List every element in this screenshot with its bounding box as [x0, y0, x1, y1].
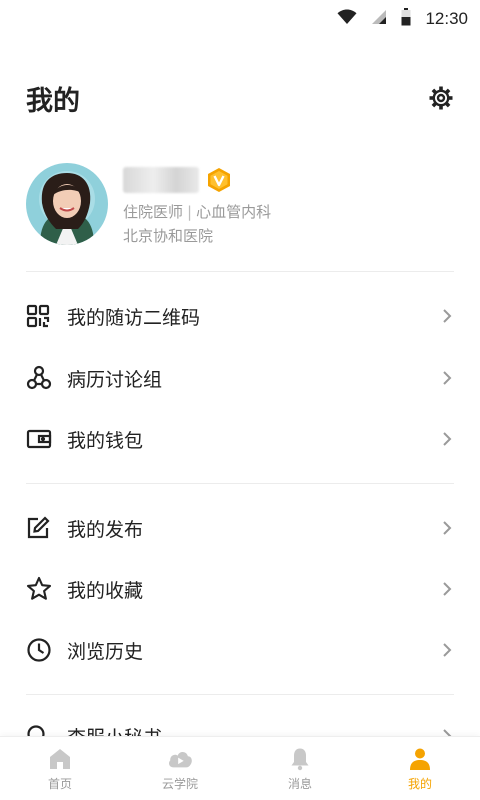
battery-icon [401, 8, 411, 30]
star-icon [26, 575, 54, 603]
person-icon [407, 746, 433, 772]
separator: | [187, 203, 193, 221]
doctor-title: 住院医师 [123, 203, 184, 221]
divider [26, 271, 454, 272]
chevron-right-icon [440, 579, 454, 599]
divider [26, 694, 454, 695]
profile-card[interactable]: 住院医师 | 心血管内科 北京协和医院 [26, 163, 454, 247]
signal-icon [371, 9, 387, 29]
menu-item-browse-history[interactable]: 浏览历史 [26, 625, 454, 675]
qr-code-icon [26, 302, 54, 330]
tab-messages[interactable]: 消息 [240, 737, 360, 800]
department: 心血管内科 [196, 203, 272, 221]
wallet-icon [26, 425, 54, 453]
name-row [123, 166, 271, 194]
tab-home[interactable]: 首页 [0, 737, 120, 800]
chevron-right-icon [440, 306, 454, 326]
page-header: 我的 [26, 78, 454, 118]
wifi-icon [337, 9, 357, 29]
tab-label: 消息 [287, 776, 312, 791]
bottom-tab-bar: 首页 云学院 消息 我的 [0, 736, 480, 800]
menu-label: 我的随访二维码 [67, 306, 201, 329]
home-icon [47, 746, 73, 772]
chevron-right-icon [440, 429, 454, 449]
discussion-group-icon [26, 364, 54, 392]
gear-icon[interactable] [428, 85, 454, 111]
tab-cloud-academy[interactable]: 云学院 [120, 737, 240, 800]
cloud-play-icon [167, 746, 193, 772]
menu-label: 我的收藏 [67, 579, 144, 602]
edit-icon [26, 514, 54, 542]
clock-icon [26, 636, 54, 664]
menu-item-my-posts[interactable]: 我的发布 [26, 503, 454, 553]
menu-label: 病历讨论组 [67, 368, 163, 391]
bell-icon [287, 746, 313, 772]
menu-item-followup-qrcode[interactable]: 我的随访二维码 [26, 291, 454, 341]
status-bar: 12:30 [0, 0, 480, 38]
tab-label: 我的 [407, 776, 432, 791]
status-time: 12:30 [425, 9, 468, 28]
tab-label: 首页 [47, 776, 72, 791]
role-line: 住院医师 | 心血管内科 [123, 202, 271, 222]
menu-item-wallet[interactable]: 我的钱包 [26, 414, 454, 464]
menu-item-case-discussion[interactable]: 病历讨论组 [26, 353, 454, 403]
page-title: 我的 [26, 85, 80, 117]
tab-label: 云学院 [161, 776, 198, 791]
chevron-right-icon [440, 640, 454, 660]
tab-mine[interactable]: 我的 [360, 737, 480, 800]
avatar[interactable] [26, 163, 108, 245]
menu-label: 我的发布 [67, 518, 144, 541]
v-badge-icon [207, 167, 231, 193]
chevron-right-icon [440, 518, 454, 538]
hospital-name: 北京协和医院 [123, 227, 214, 245]
menu-item-favorites[interactable]: 我的收藏 [26, 564, 454, 614]
user-name [123, 167, 199, 193]
divider [26, 483, 454, 484]
chevron-right-icon [440, 368, 454, 388]
profile-info: 住院医师 | 心血管内科 北京协和医院 [123, 166, 271, 246]
menu-label: 我的钱包 [67, 429, 144, 452]
menu-label: 浏览历史 [67, 640, 144, 663]
